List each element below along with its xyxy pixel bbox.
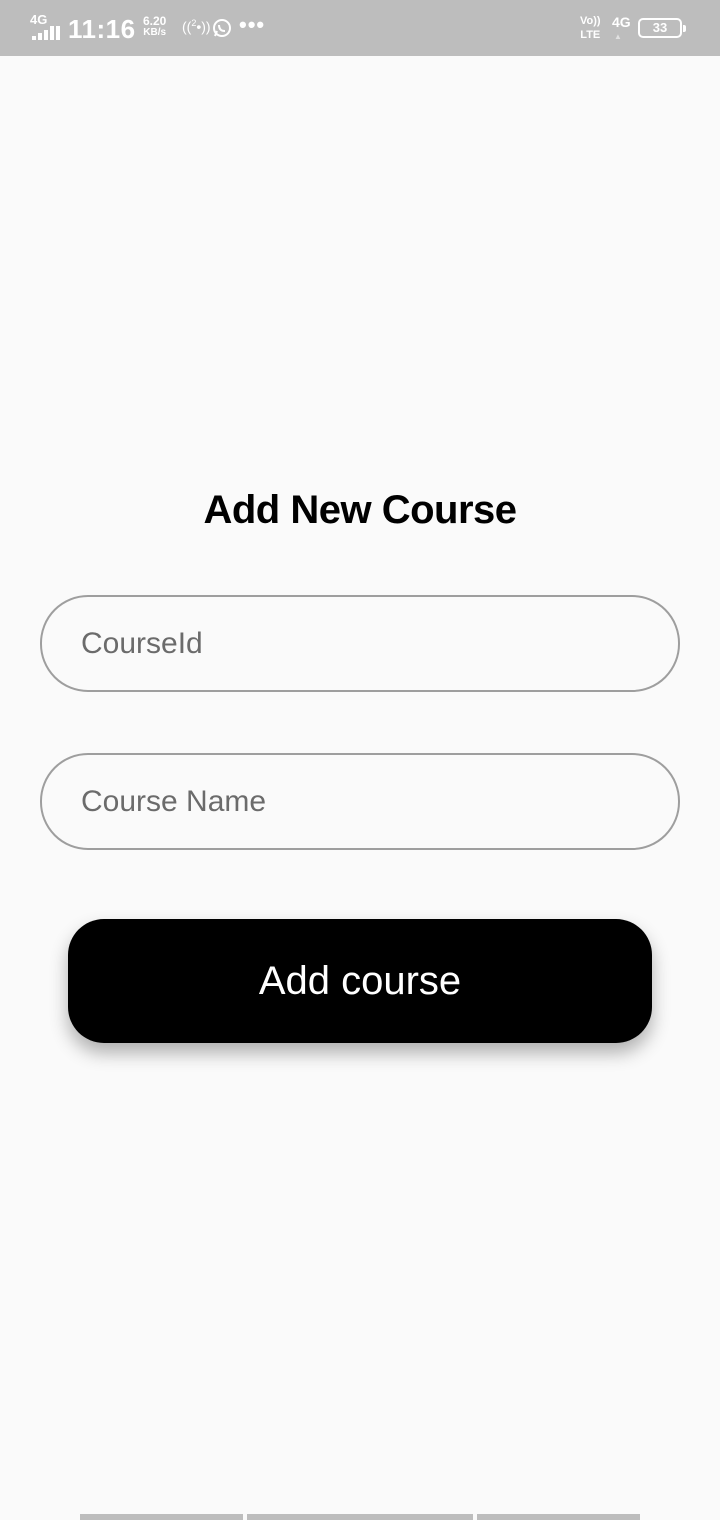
volte-bottom-label: LTE (580, 29, 601, 41)
whatsapp-icon (213, 19, 231, 37)
status-bar: 4G 11:16 6.20 KB/s ((2•)) ••• Vo)) LTE 4… (0, 0, 720, 56)
network-speed-value: 6.20 (143, 14, 167, 28)
course-name-input[interactable] (40, 753, 680, 850)
hotspot-icon: ((2•)) (182, 18, 211, 35)
network-speed-unit: KB/s (143, 27, 167, 38)
nav-hint-center (247, 1514, 473, 1520)
status-right: Vo)) LTE 4G ▲ 33 (578, 12, 688, 44)
network-type-label: 4G (30, 12, 48, 27)
page-title: Add New Course (203, 488, 517, 532)
more-notifications-icon: ••• (239, 12, 266, 37)
battery-level: 33 (652, 20, 668, 35)
mobile-signal-icon: ▲ (614, 32, 622, 41)
course-id-input[interactable] (40, 595, 680, 692)
nav-hint-right (477, 1514, 640, 1520)
network-speed: 6.20 KB/s (143, 15, 166, 39)
volte-top-label: Vo)) (580, 15, 601, 27)
add-course-button[interactable]: Add course (68, 919, 652, 1043)
nav-hint-left (80, 1514, 243, 1520)
signal-strength-icon (32, 26, 60, 40)
clock: 11:16 (68, 14, 136, 44)
volte-icon: Vo)) LTE (580, 14, 601, 42)
hotspot-count: 2 (191, 18, 197, 28)
network-4g-label: 4G (612, 14, 631, 30)
battery-icon: 33 (638, 18, 686, 38)
